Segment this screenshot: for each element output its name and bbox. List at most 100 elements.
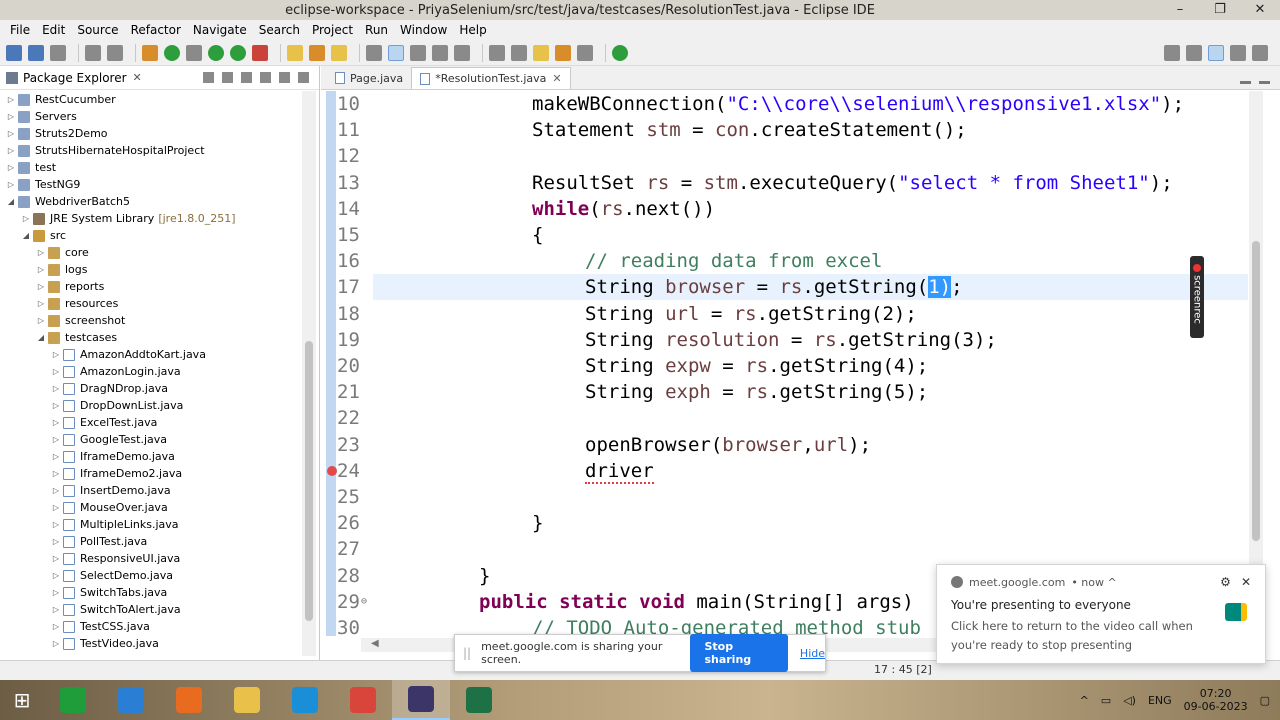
- collapse-arrow-icon[interactable]: ◢: [36, 333, 46, 342]
- show-whitespace-icon[interactable]: [454, 44, 470, 61]
- expand-arrow-icon[interactable]: ▷: [51, 350, 61, 359]
- tree-item[interactable]: ▷ GoogleTest.java: [0, 431, 302, 448]
- open-task-icon[interactable]: [309, 44, 325, 61]
- notifications-icon[interactable]: ▢: [1260, 694, 1270, 707]
- menu-edit[interactable]: Edit: [36, 20, 71, 40]
- expand-arrow-icon[interactable]: ▷: [6, 129, 16, 138]
- close-tab-icon[interactable]: ✕: [552, 72, 561, 85]
- expand-arrow-icon[interactable]: ▷: [36, 316, 46, 325]
- menu-help[interactable]: Help: [453, 20, 492, 40]
- tree-item[interactable]: ▷ TestVideo.java: [0, 635, 302, 652]
- menu-project[interactable]: Project: [306, 20, 359, 40]
- block-selection-icon[interactable]: [432, 44, 448, 61]
- code-line[interactable]: 14 while(rs.next()): [321, 196, 1251, 222]
- open-type-icon[interactable]: [287, 44, 303, 61]
- expand-arrow-icon[interactable]: ▷: [51, 622, 61, 631]
- expand-arrow-icon[interactable]: ▷: [6, 146, 16, 155]
- code-line[interactable]: 20 String expw = rs.getString(4);: [321, 353, 1251, 379]
- search-icon[interactable]: [331, 44, 347, 61]
- new-icon[interactable]: [6, 44, 22, 61]
- tree-item[interactable]: ▷ test: [0, 159, 302, 176]
- expand-arrow-icon[interactable]: ▷: [51, 520, 61, 529]
- expand-arrow-icon[interactable]: ▷: [51, 588, 61, 597]
- tree-item[interactable]: ▷ DropDownList.java: [0, 397, 302, 414]
- expand-arrow-icon[interactable]: ▷: [36, 248, 46, 257]
- expand-arrow-icon[interactable]: ▷: [6, 112, 16, 121]
- expand-arrow-icon[interactable]: ▷: [51, 486, 61, 495]
- code-line[interactable]: 17 String browser = rs.getString(1);: [337, 274, 1248, 301]
- taskbar-file-explorer[interactable]: [218, 680, 276, 720]
- menu-run[interactable]: Run: [359, 20, 394, 40]
- save-icon[interactable]: [28, 44, 44, 61]
- expand-arrow-icon[interactable]: ▷: [51, 435, 61, 444]
- tree-item[interactable]: ▷ JRE System Library [jre1.8.0_251]: [0, 210, 302, 227]
- volume-icon[interactable]: ◁): [1123, 694, 1136, 707]
- tree-item[interactable]: ▷ DragNDrop.java: [0, 380, 302, 397]
- taskbar-edge[interactable]: [276, 680, 334, 720]
- collapse-arrow-icon[interactable]: ◢: [6, 197, 16, 206]
- windows-start-icon[interactable]: ⊞: [0, 680, 44, 720]
- explorer-scroll-thumb[interactable]: [305, 341, 313, 621]
- tree-item[interactable]: ▷ AmazonLogin.java: [0, 363, 302, 380]
- restore-button[interactable]: ❐: [1200, 0, 1240, 20]
- expand-arrow-icon[interactable]: ▷: [36, 299, 46, 308]
- tree-item[interactable]: ▷ ResponsiveUI.java: [0, 550, 302, 567]
- taskbar-excel[interactable]: [450, 680, 508, 720]
- view-menu-icon[interactable]: [260, 72, 271, 83]
- java-perspective-icon[interactable]: [1230, 44, 1246, 61]
- expand-arrow-icon[interactable]: ▷: [51, 554, 61, 563]
- language-indicator[interactable]: ENG: [1148, 694, 1172, 707]
- menu-source[interactable]: Source: [71, 20, 124, 40]
- expand-arrow-icon[interactable]: ▷: [51, 469, 61, 478]
- menu-refactor[interactable]: Refactor: [125, 20, 187, 40]
- code-line[interactable]: 15 {: [321, 222, 1251, 248]
- code-line[interactable]: 23 openBrowser(browser,url);: [321, 432, 1251, 458]
- tree-item[interactable]: ◢ testcases: [0, 329, 302, 346]
- network-icon[interactable]: ▭: [1101, 694, 1111, 707]
- next-annotation-icon[interactable]: [489, 44, 505, 61]
- tree-item[interactable]: ▷ Servers: [0, 108, 302, 125]
- tree-item[interactable]: ▷ MouseOver.java: [0, 499, 302, 516]
- explorer-scrollbar[interactable]: [302, 91, 316, 656]
- tree-item[interactable]: ▷ AmazonAddtoKart.java: [0, 346, 302, 363]
- back-icon[interactable]: [555, 44, 571, 61]
- code-line[interactable]: 27: [321, 536, 1251, 562]
- tab-page-java[interactable]: Page.java: [327, 67, 411, 89]
- expand-arrow-icon[interactable]: ▷: [51, 571, 61, 580]
- menu-search[interactable]: Search: [253, 20, 306, 40]
- tree-item[interactable]: ▷ resources: [0, 295, 302, 312]
- search-icon[interactable]: [1164, 44, 1180, 61]
- expand-arrow-icon[interactable]: ▷: [51, 605, 61, 614]
- tree-item[interactable]: ▷ SelectDemo.java: [0, 567, 302, 584]
- taskbar-chrome[interactable]: [334, 680, 392, 720]
- forward-icon[interactable]: [577, 44, 593, 61]
- taskbar-internet-explorer[interactable]: [102, 680, 160, 720]
- expand-arrow-icon[interactable]: ▷: [51, 537, 61, 546]
- expand-arrow-icon[interactable]: ▷: [51, 401, 61, 410]
- menu-window[interactable]: Window: [394, 20, 453, 40]
- tree-item[interactable]: ◢ src: [0, 227, 302, 244]
- settings-gear-icon[interactable]: ⚙: [1220, 575, 1231, 589]
- tree-item[interactable]: ▷ MultipleLinks.java: [0, 516, 302, 533]
- tree-item[interactable]: ◢ WebdriverBatch5: [0, 193, 302, 210]
- expand-arrow-icon[interactable]: ▷: [6, 180, 16, 189]
- expand-arrow-icon[interactable]: ▷: [51, 452, 61, 461]
- java-ee-perspective-icon[interactable]: [1208, 44, 1224, 61]
- code-line[interactable]: 18 String url = rs.getString(2);: [321, 301, 1251, 327]
- fold-toggle-icon[interactable]: ⊖: [361, 596, 367, 607]
- code-line[interactable]: 26}: [321, 510, 1251, 536]
- minimize-button[interactable]: –: [1160, 0, 1200, 20]
- tab-resolution-test-java[interactable]: *ResolutionTest.java ✕: [411, 67, 571, 89]
- coverage-icon[interactable]: [230, 44, 246, 61]
- close-notification-icon[interactable]: ✕: [1241, 575, 1251, 589]
- run-icon[interactable]: [208, 44, 224, 61]
- tree-item[interactable]: ▷ IframeDemo.java: [0, 448, 302, 465]
- tray-chevron-icon[interactable]: ^: [1080, 694, 1089, 707]
- mark-occurrences-icon[interactable]: [388, 44, 404, 61]
- expand-arrow-icon[interactable]: ▷: [6, 95, 16, 104]
- tree-item[interactable]: ▷ InsertDemo.java: [0, 482, 302, 499]
- tree-item[interactable]: ▷ reports: [0, 278, 302, 295]
- editor-scroll-thumb[interactable]: [1252, 241, 1260, 541]
- new-class-icon[interactable]: [164, 44, 180, 61]
- previous-annotation-icon[interactable]: [511, 44, 527, 61]
